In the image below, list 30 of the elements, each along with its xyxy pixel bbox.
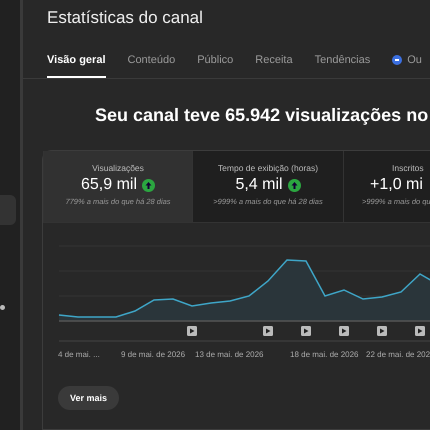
video-marker-icon[interactable] [415,326,425,336]
video-marker-icon[interactable] [301,326,311,336]
trend-up-icon [142,178,156,192]
video-marker-icon[interactable] [263,326,273,336]
see-more-button[interactable]: Ver mais [58,386,120,410]
badge-icon [392,55,402,65]
metric-value: 65,9 mil [80,176,138,194]
tab[interactable]: Conteúdo [128,48,176,78]
tab[interactable]: Ou [392,48,422,78]
axis-label: 13 de mai. de 2026 [195,350,264,359]
metric-label: Visualizações [92,163,144,173]
video-marker-icon[interactable] [377,326,387,336]
axis-label: 9 de mai. de 2026 [121,350,186,359]
axis-label: 22 de mai. de 202 [366,350,430,359]
metric-value: +1,0 mi [370,176,423,194]
tab[interactable]: Tendências [314,48,370,78]
axis-label: 18 de mai. de 2026 [290,350,358,359]
tab[interactable]: Receita [255,48,293,78]
metric-value: 5,4 mil [235,176,283,194]
axis-label: 4 de mai. ... [58,350,100,359]
tab[interactable]: Visão geral [47,48,106,78]
metric-label: Inscritos [392,163,424,173]
video-marker-icon[interactable] [339,326,349,336]
video-marker-icon[interactable] [187,326,197,336]
headline: Seu canal teve 65.942 visualizações no [95,105,430,126]
tab[interactable]: Público [197,48,234,78]
metric-label: Tempo de exibição (horas) [218,163,318,173]
sidebar-icon[interactable] [0,305,5,310]
trend-up-icon [288,178,301,192]
page-title: Estatísticas do canal [46,7,204,29]
